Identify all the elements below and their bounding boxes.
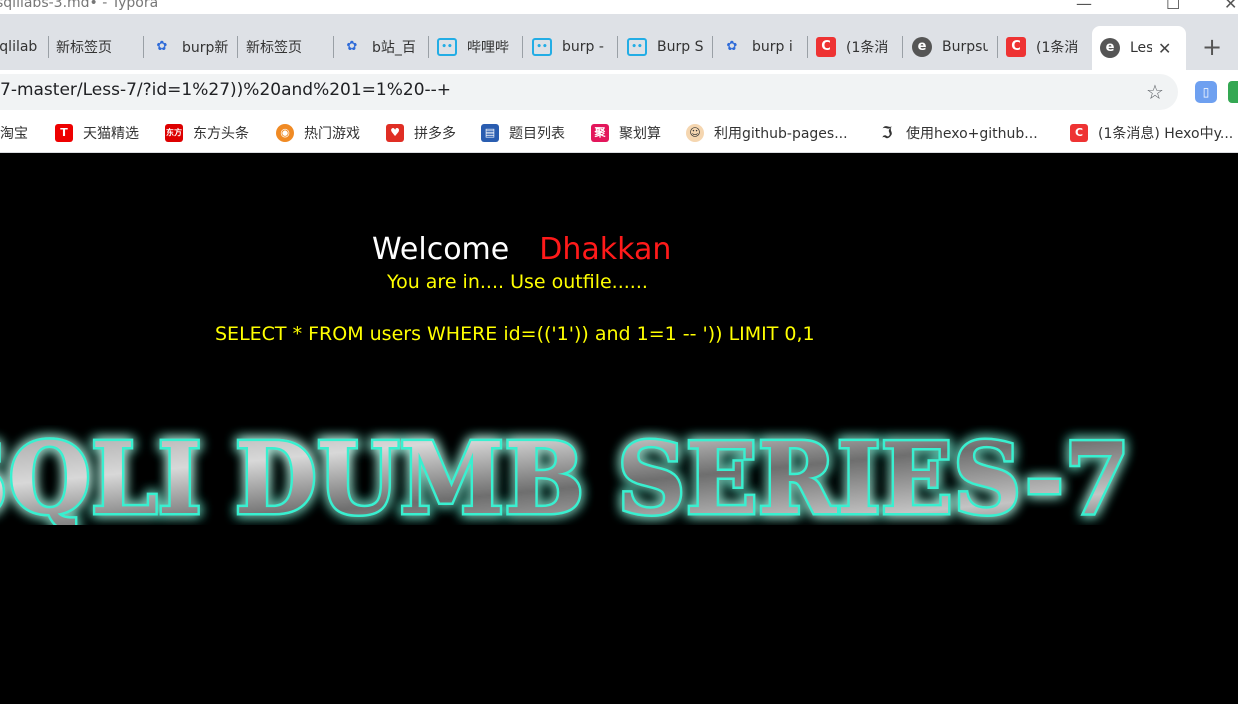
tab-label: Les bbox=[1130, 40, 1152, 56]
welcome-line: Welcome Dhakkan bbox=[372, 232, 671, 267]
tab-separator bbox=[902, 36, 903, 58]
new-tab-button[interactable]: + bbox=[1202, 34, 1222, 60]
bookmark-games[interactable]: ◉ 热门游戏 bbox=[276, 123, 360, 143]
bookmark-hexo-github[interactable]: ℑ 使用hexo+github... bbox=[878, 123, 1038, 143]
tab-separator bbox=[807, 36, 808, 58]
tab-label: Burpsu bbox=[942, 39, 988, 55]
tab-label: (1条消 bbox=[846, 40, 889, 56]
tab-separator bbox=[522, 36, 523, 58]
tab-burp-2[interactable]: •• burp - bbox=[532, 34, 612, 60]
bookmark-pinduoduo[interactable]: ♥ 拼多多 bbox=[386, 123, 456, 143]
paw-icon: ✿ bbox=[726, 39, 738, 54]
tab-less-7[interactable]: e Les ✕ bbox=[1092, 26, 1186, 70]
csdn-icon: C bbox=[816, 37, 836, 57]
tab-bilibili[interactable]: •• 哔哩哔 bbox=[437, 34, 519, 60]
tab-label: 哔哩哔 bbox=[467, 40, 509, 56]
paw-icon: ✿ bbox=[156, 39, 168, 54]
tab-label: sqlilab bbox=[0, 39, 38, 55]
tab-strip: sqlilab 新标签页 ✿ burp新 新标签页 ✿ b站_百 •• 哔哩哔 •• b… bbox=[0, 14, 1238, 70]
minimize-icon[interactable]: — bbox=[1076, 0, 1092, 13]
close-window-icon[interactable]: ✕ bbox=[1224, 0, 1237, 13]
avatar-icon: ☺ bbox=[686, 124, 704, 142]
pinduoduo-icon: ♥ bbox=[386, 124, 404, 142]
bookmark-star-icon[interactable]: ☆ bbox=[1146, 80, 1164, 104]
tab-separator bbox=[237, 36, 238, 58]
tab-csdn-2[interactable]: C (1条消 bbox=[1006, 34, 1084, 60]
tab-label: burp i bbox=[752, 39, 793, 55]
csdn-icon: C bbox=[1006, 37, 1026, 57]
welcome-text: Welcome bbox=[372, 232, 510, 267]
extension-icon[interactable] bbox=[1228, 81, 1238, 103]
bookmark-label: 东方头条 bbox=[193, 126, 249, 142]
tab-burp-s[interactable]: •• Burp S bbox=[627, 34, 703, 60]
close-tab-icon[interactable]: ✕ bbox=[1158, 39, 1171, 58]
sql-query: SELECT * FROM users WHERE id=(('1')) and… bbox=[215, 323, 815, 345]
csdn-icon: C bbox=[1070, 124, 1088, 142]
bookmark-label: 题目列表 bbox=[509, 126, 565, 142]
tab-separator bbox=[712, 36, 713, 58]
address-bar-url[interactable]: 7-master/Less-7/?id=1%27))%20and%201=1%2… bbox=[0, 80, 451, 100]
banner-text: SQLI DUMB SERIES-7 bbox=[0, 425, 1130, 525]
bookmark-label: 天猫精选 bbox=[83, 126, 139, 142]
tab-burp-i[interactable]: ✿ burp i bbox=[722, 34, 798, 60]
bookmark-problem-list[interactable]: ▤ 题目列表 bbox=[481, 123, 565, 143]
bookmark-juhuasuan[interactable]: 聚聚划算 bbox=[591, 123, 661, 143]
dongfang-icon: 东方 bbox=[165, 124, 183, 142]
tab-burpsuite[interactable]: e Burpsu bbox=[912, 34, 988, 60]
maximize-icon[interactable]: ☐ bbox=[1166, 0, 1180, 13]
tab-csdn-1[interactable]: C (1条消 bbox=[816, 34, 894, 60]
tab-new-1[interactable]: 新标签页 bbox=[56, 34, 140, 60]
game-icon: ◉ bbox=[276, 124, 294, 142]
bookmark-label: 拼多多 bbox=[414, 126, 456, 142]
tab-burp-1[interactable]: ✿ burp新 bbox=[152, 34, 232, 60]
bookmark-label: 使用hexo+github... bbox=[906, 126, 1038, 142]
tab-label: 新标签页 bbox=[246, 40, 302, 56]
user-name: Dhakkan bbox=[539, 232, 672, 267]
tab-separator bbox=[48, 36, 49, 58]
tab-label: Burp S bbox=[657, 39, 703, 55]
tmall-icon: T bbox=[55, 124, 73, 142]
tab-separator bbox=[333, 36, 334, 58]
paw-icon: ✿ bbox=[346, 39, 358, 54]
tab-label: 新标签页 bbox=[56, 40, 112, 56]
tab-sqlilab[interactable]: sqlilab bbox=[0, 34, 38, 60]
hexo-icon: ℑ bbox=[881, 123, 893, 142]
globe-icon: e bbox=[1100, 38, 1120, 58]
bookmark-label: 爱淘宝 bbox=[0, 126, 28, 142]
bookmark-label: 聚划算 bbox=[619, 126, 661, 142]
bookmark-github-pages[interactable]: ☺ 利用github-pages... bbox=[686, 123, 848, 143]
tab-label: (1条消 bbox=[1036, 40, 1079, 56]
window-title: sqlilabs-3.md• - Typora bbox=[0, 0, 159, 11]
extension-icon[interactable]: ▯ bbox=[1195, 81, 1217, 103]
bookmark-label: 利用github-pages... bbox=[714, 126, 848, 142]
globe-icon: e bbox=[912, 37, 932, 57]
tab-separator bbox=[143, 36, 144, 58]
bilibili-icon: •• bbox=[532, 38, 552, 56]
tab-separator bbox=[617, 36, 618, 58]
list-icon: ▤ bbox=[481, 124, 499, 142]
tab-bilibili-search[interactable]: ✿ b站_百 bbox=[342, 34, 422, 60]
bookmark-taobao[interactable]: 爱淘宝 bbox=[0, 123, 28, 143]
juhuasuan-icon: 聚 bbox=[591, 124, 609, 142]
tab-label: burp - bbox=[562, 39, 604, 55]
tab-separator bbox=[997, 36, 998, 58]
status-message: You are in.... Use outfile...... bbox=[387, 271, 648, 293]
tab-label: b站_百 bbox=[372, 40, 416, 56]
series-banner: SQLI DUMB SERIES-7 bbox=[0, 425, 1133, 525]
bookmark-csdn-hexo[interactable]: C (1条消息) Hexo中y... bbox=[1070, 123, 1233, 143]
bilibili-icon: •• bbox=[437, 38, 457, 56]
bookmark-label: 热门游戏 bbox=[304, 126, 360, 142]
bookmarks-bar: 爱淘宝 T 天猫精选 东方东方头条 ◉ 热门游戏 ♥ 拼多多 ▤ 题目列表 聚聚划算 ☺… bbox=[0, 114, 1238, 153]
tab-new-2[interactable]: 新标签页 bbox=[246, 34, 330, 60]
title-bar: sqlilabs-3.md• - Typora — ☐ ✕ bbox=[0, 0, 1238, 14]
bookmark-dongfang[interactable]: 东方 东方头条 bbox=[165, 123, 249, 143]
bookmark-tmall[interactable]: T 天猫精选 bbox=[55, 123, 139, 143]
bookmark-label: (1条消息) Hexo中y... bbox=[1098, 126, 1234, 142]
tab-label: burp新 bbox=[182, 40, 229, 56]
bilibili-icon: •• bbox=[627, 38, 647, 56]
tab-separator bbox=[428, 36, 429, 58]
